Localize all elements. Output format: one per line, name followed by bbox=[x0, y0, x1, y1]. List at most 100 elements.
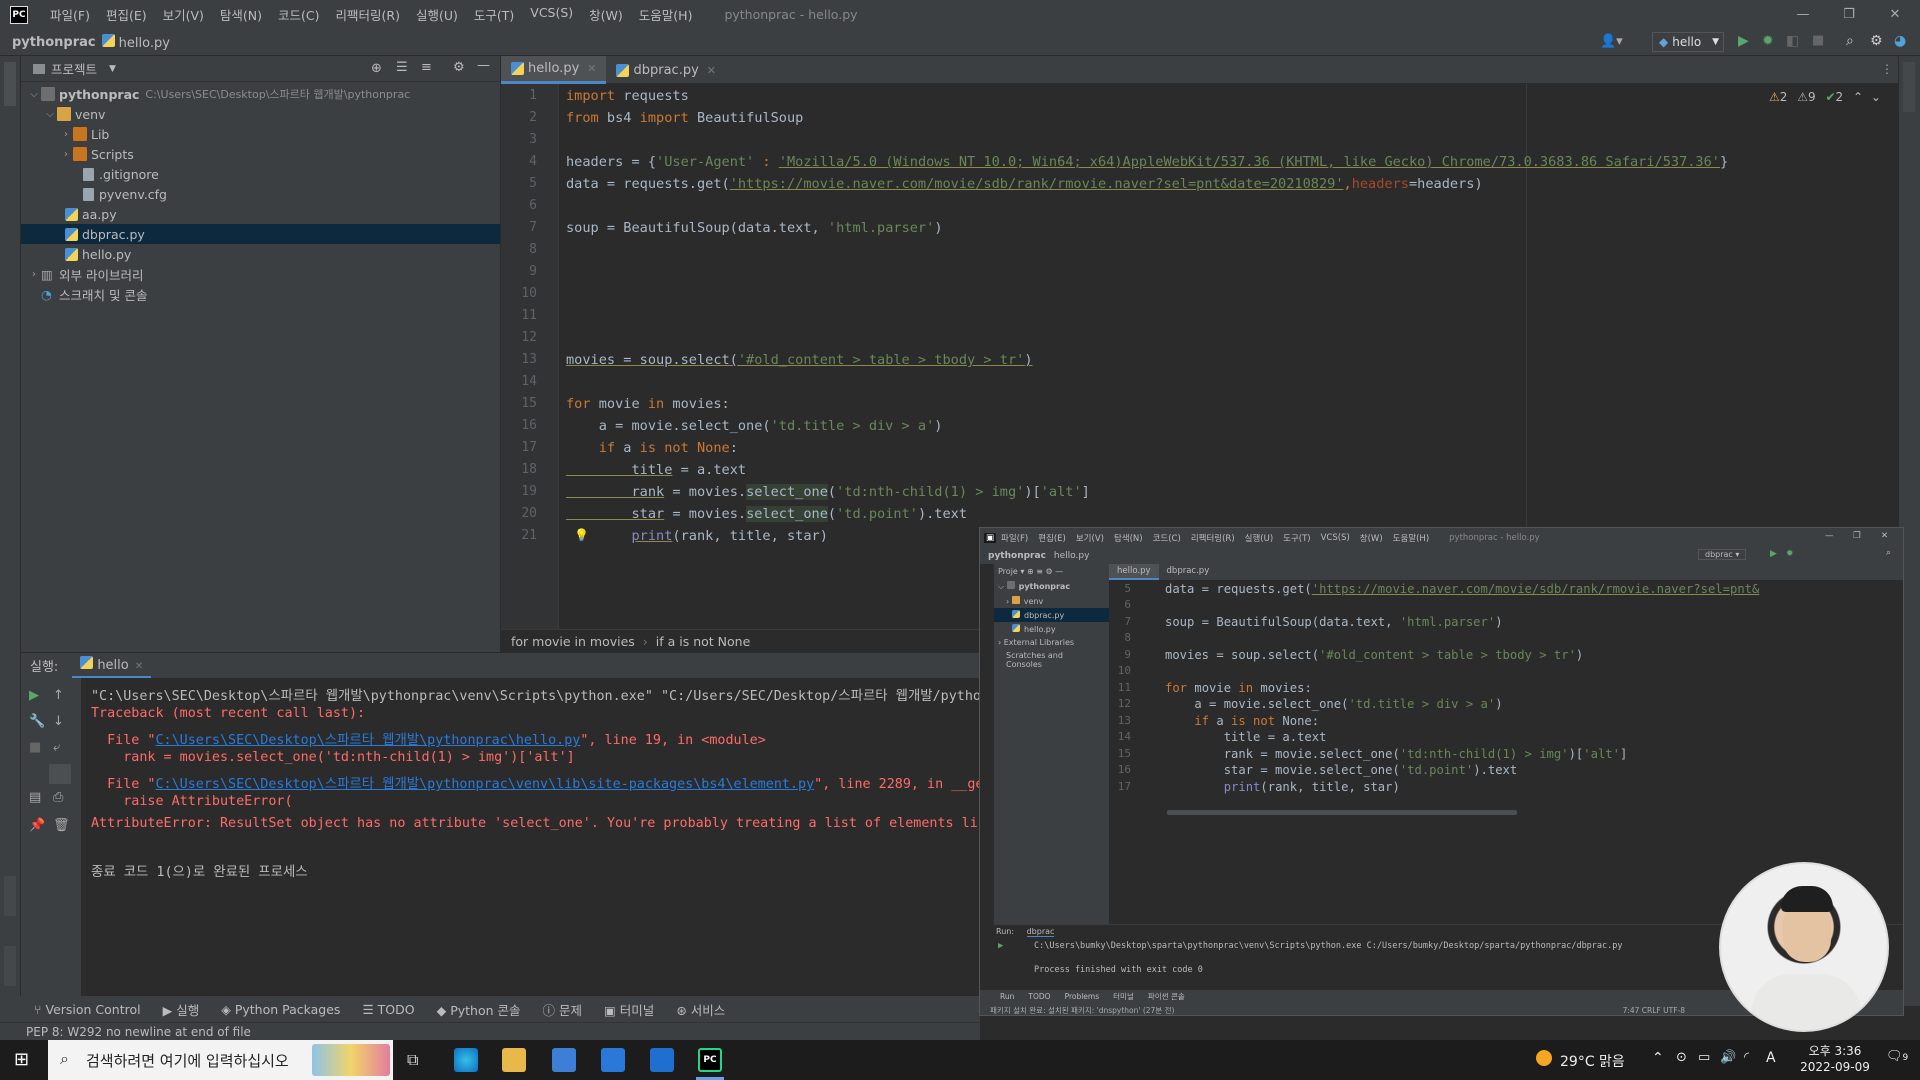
structure-tool-button[interactable] bbox=[4, 946, 16, 986]
mail-icon[interactable] bbox=[650, 1048, 674, 1072]
inset-tree-item[interactable]: dbprac.py bbox=[994, 608, 1109, 622]
notification-center-icon[interactable]: 🗨9 bbox=[1886, 1049, 1908, 1064]
inset-nav-project[interactable]: pythonprac bbox=[988, 551, 1046, 561]
inset-menu-item[interactable]: 보기(V) bbox=[1071, 532, 1109, 544]
tree-item-external-libraries[interactable]: › ▥ 외부 라이브러리 bbox=[21, 264, 500, 284]
tree-item-gitignore[interactable]: .gitignore bbox=[21, 164, 500, 184]
project-tool-window-button[interactable] bbox=[4, 62, 16, 106]
calculator-icon[interactable] bbox=[552, 1048, 576, 1072]
notifications-tool-button[interactable] bbox=[1903, 62, 1915, 112]
close-icon[interactable]: ✕ bbox=[135, 661, 143, 672]
nav-project[interactable]: pythonprac bbox=[12, 35, 96, 50]
menu-help[interactable]: 도움말(H) bbox=[631, 5, 701, 24]
project-panel-title[interactable]: 프로젝트 bbox=[51, 59, 97, 78]
breadcrumb-if[interactable]: if a is not None bbox=[656, 634, 751, 649]
inset-run-config[interactable]: dbprac ▾ bbox=[1698, 549, 1747, 560]
taskbar-search-box[interactable]: ⌕ 검색하려면 여기에 입력하십시오 bbox=[48, 1040, 393, 1080]
task-view-icon[interactable]: ⧉ bbox=[407, 1050, 418, 1070]
gear-icon[interactable]: ⚙ bbox=[1870, 33, 1883, 49]
store-icon[interactable] bbox=[601, 1048, 625, 1072]
scroll-to-end-button[interactable] bbox=[49, 764, 71, 784]
trash-icon[interactable]: 🗑 bbox=[53, 818, 70, 833]
arrow-up-icon[interactable]: ↑ bbox=[53, 688, 64, 703]
inset-tool-todo[interactable]: TODO bbox=[1028, 992, 1050, 1001]
inset-tree-item[interactable]: Scratches and Consoles bbox=[994, 649, 1109, 671]
minimize-icon[interactable]: — bbox=[1820, 531, 1839, 541]
inset-menu-item[interactable]: 리팩터링(R) bbox=[1186, 532, 1240, 544]
menu-navigate[interactable]: 탐색(N) bbox=[212, 5, 270, 24]
breadcrumb-for[interactable]: for movie in movies bbox=[511, 634, 635, 649]
tool-python-packages[interactable]: ◈ Python Packages bbox=[221, 1002, 340, 1017]
inset-tool-console[interactable]: 파이썬 콘솔 bbox=[1148, 991, 1185, 1002]
tree-item-lib[interactable]: › Lib bbox=[21, 124, 500, 144]
chevron-down-icon[interactable]: ⌄ bbox=[1871, 90, 1881, 104]
inset-tool-run[interactable]: Run bbox=[1000, 992, 1014, 1001]
expand-all-icon[interactable]: ☰ bbox=[396, 60, 408, 75]
system-clock[interactable]: 오후 3:36 2022-09-09 bbox=[1790, 1043, 1880, 1075]
layout-icon[interactable]: ▤ bbox=[29, 790, 41, 805]
inset-tree-item[interactable]: hello.py bbox=[994, 622, 1109, 636]
menu-tools[interactable]: 도구(T) bbox=[466, 5, 522, 24]
inset-menu-item[interactable]: VCS(S) bbox=[1316, 533, 1355, 543]
print-icon[interactable]: ⎙ bbox=[53, 790, 63, 805]
menu-view[interactable]: 보기(V) bbox=[155, 5, 212, 24]
traceback-link[interactable]: C:\Users\SEC\Desktop\스파르타 웹개발\pythonprac… bbox=[156, 733, 581, 748]
tree-item-pyvenv[interactable]: pyvenv.cfg bbox=[21, 184, 500, 204]
close-icon[interactable]: ✕ bbox=[1876, 531, 1893, 541]
pycharm-taskbar-icon[interactable]: PC bbox=[698, 1048, 722, 1072]
tool-services[interactable]: ⊛ 서비스 bbox=[676, 1000, 725, 1019]
inset-run-tab[interactable]: dbprac bbox=[1026, 927, 1055, 937]
wrench-icon[interactable]: 🔧 bbox=[29, 714, 45, 729]
traceback-link[interactable]: C:\Users\SEC\Desktop\스파르타 웹개발\pythonprac… bbox=[156, 777, 815, 792]
menu-file[interactable]: 파일(F) bbox=[42, 5, 98, 24]
collapse-all-icon[interactable]: ≡ bbox=[421, 60, 432, 75]
weather-text[interactable]: 29°C 맑음 bbox=[1560, 1051, 1625, 1071]
hide-icon[interactable]: — bbox=[477, 58, 490, 73]
debug-icon[interactable]: ✹ bbox=[1762, 33, 1774, 49]
menu-window[interactable]: 창(W) bbox=[581, 5, 631, 24]
inset-tool-terminal[interactable]: 터미널 bbox=[1113, 991, 1134, 1002]
tree-item-dbprac-py[interactable]: dbprac.py bbox=[21, 224, 500, 244]
pin-icon[interactable]: 📌 bbox=[29, 818, 45, 833]
bookmarks-tool-button[interactable] bbox=[4, 876, 16, 916]
coverage-icon[interactable]: ◧ bbox=[1786, 33, 1799, 49]
inset-menu-item[interactable]: 편집(E) bbox=[1033, 532, 1071, 544]
run-icon[interactable]: ▶ bbox=[1738, 33, 1749, 49]
tree-item-hello-py[interactable]: hello.py bbox=[21, 244, 500, 264]
stop-icon[interactable]: ■ bbox=[1812, 33, 1824, 48]
close-icon[interactable]: ✕ bbox=[587, 62, 596, 75]
tab-dbprac-py[interactable]: dbprac.py ✕ bbox=[606, 56, 726, 84]
inset-tree-item[interactable]: › venv bbox=[994, 594, 1109, 608]
user-icon[interactable]: 👤▾ bbox=[1600, 34, 1623, 49]
rerun-icon[interactable]: ▶ bbox=[29, 688, 39, 703]
inset-tool-problems[interactable]: Problems bbox=[1065, 992, 1100, 1001]
inset-menu-item[interactable]: 실행(U) bbox=[1240, 532, 1279, 544]
search-icon[interactable]: ⌕ bbox=[1886, 548, 1891, 558]
network-icon[interactable]: ⊙ bbox=[1676, 1050, 1687, 1065]
tab-hello-py[interactable]: hello.py ✕ bbox=[501, 56, 607, 84]
inset-menu-item[interactable]: 파일(F) bbox=[996, 532, 1033, 544]
stop-icon[interactable]: ■ bbox=[29, 740, 41, 755]
close-icon[interactable]: ✕ bbox=[1872, 0, 1918, 29]
nav-file[interactable]: hello.py bbox=[101, 33, 170, 51]
edge-icon[interactable] bbox=[454, 1048, 478, 1072]
run-icon[interactable]: ▶ bbox=[1770, 549, 1777, 559]
battery-icon[interactable]: ▭ bbox=[1698, 1050, 1710, 1065]
volume-icon[interactable]: 🔊 bbox=[1720, 1050, 1736, 1065]
tool-run[interactable]: ▶ 실행 bbox=[163, 1000, 200, 1019]
minimize-icon[interactable]: — bbox=[1780, 0, 1826, 29]
inset-tab[interactable]: hello.py bbox=[1109, 564, 1159, 580]
chevron-up-icon[interactable]: ⌃ bbox=[1652, 1050, 1664, 1066]
windows-start-icon[interactable]: ⊞ bbox=[14, 1049, 29, 1070]
soft-wrap-icon[interactable]: ⤶ bbox=[53, 740, 60, 755]
inset-menu-item[interactable]: 코드(C) bbox=[1148, 532, 1186, 544]
status-message[interactable]: PEP 8: W292 no newline at end of file bbox=[26, 1025, 251, 1039]
run-config-select[interactable]: ◆ hello ▼ bbox=[1652, 32, 1724, 52]
inset-tree-item[interactable]: ⌵ pythonprac bbox=[994, 579, 1109, 594]
menu-edit[interactable]: 편집(E) bbox=[98, 5, 155, 24]
inset-tab[interactable]: dbprac.py bbox=[1159, 564, 1218, 580]
inset-menu-item[interactable]: 탐색(N) bbox=[1109, 532, 1148, 544]
tree-item-scripts[interactable]: › Scripts bbox=[21, 144, 500, 164]
menu-refactor[interactable]: 리팩터링(R) bbox=[328, 5, 408, 24]
inset-menu-item[interactable]: 도움말(H) bbox=[1388, 532, 1434, 544]
